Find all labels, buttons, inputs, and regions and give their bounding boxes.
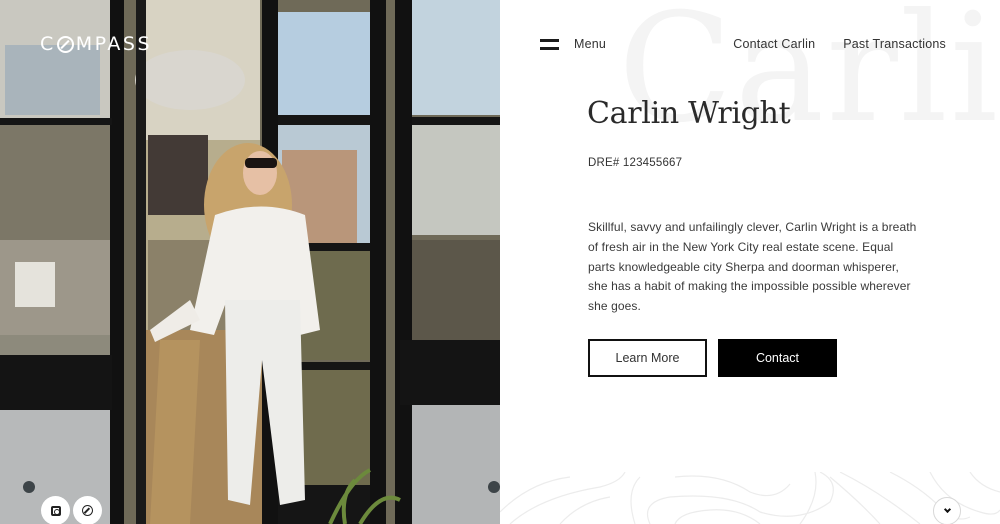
- learn-more-button[interactable]: Learn More: [588, 339, 707, 377]
- compass-o-icon: [56, 35, 74, 53]
- agent-photo: C MPASS: [0, 0, 500, 524]
- instagram-button[interactable]: [41, 496, 70, 524]
- compass-link-button[interactable]: [73, 496, 102, 524]
- instagram-icon: [50, 505, 61, 516]
- nav-past-transactions[interactable]: Past Transactions: [843, 37, 946, 51]
- license-number: DRE# 123455667: [588, 157, 683, 169]
- logo-text-right: MPASS: [75, 33, 153, 55]
- photo-illustration: [0, 0, 500, 524]
- agent-name: Carlin Wright: [587, 96, 791, 131]
- scroll-down-button[interactable]: [933, 497, 961, 524]
- compass-icon: [82, 505, 93, 516]
- agent-profile-panel: Carlin Menu Contact Carlin Past Transact…: [500, 0, 1000, 524]
- menu-label: Menu: [574, 37, 607, 51]
- nav-contact-carlin[interactable]: Contact Carlin: [733, 37, 815, 51]
- top-nav: Contact Carlin Past Transactions: [733, 37, 946, 51]
- agent-bio: Skillful, savvy and unfailingly clever, …: [588, 220, 917, 314]
- hamburger-icon: [540, 38, 559, 51]
- topographic-pattern: [500, 472, 1000, 524]
- logo-text-left: C: [40, 33, 56, 55]
- chevron-down-icon: [943, 505, 951, 514]
- menu-button[interactable]: Menu: [540, 37, 606, 51]
- contact-button[interactable]: Contact: [718, 339, 837, 377]
- compass-logo[interactable]: C MPASS: [40, 33, 152, 55]
